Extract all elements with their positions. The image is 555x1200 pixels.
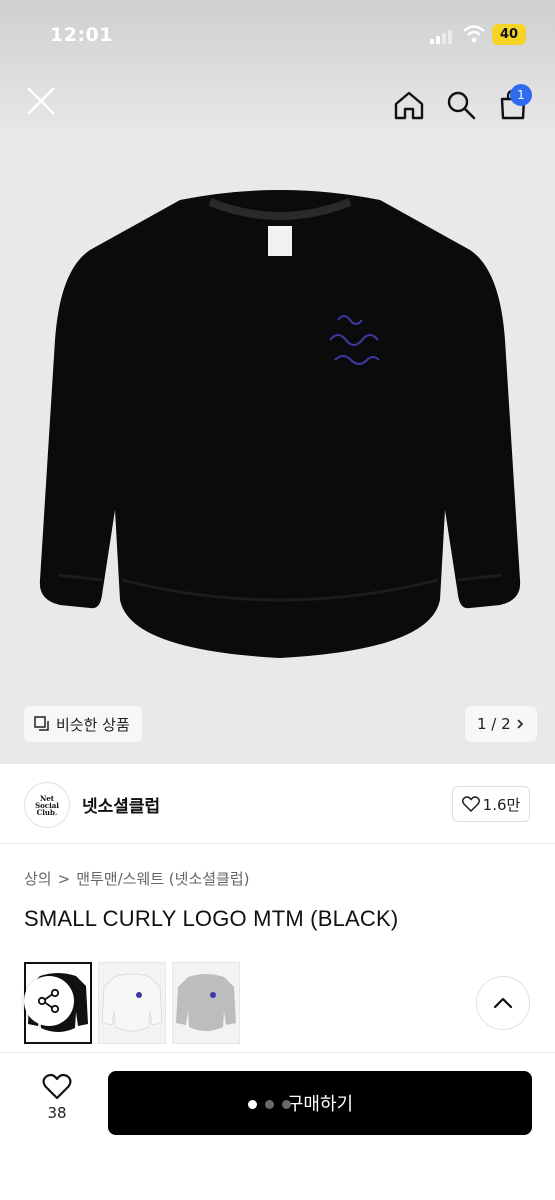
- similar-products-button[interactable]: 비슷한 상품: [24, 706, 142, 742]
- breadcrumb-category[interactable]: 맨투맨/스웨트 (넷소셜클럽): [76, 868, 249, 889]
- brand-row[interactable]: Net Social Club. 넷소셜클럽 1.6만: [0, 764, 555, 844]
- brand-name[interactable]: 넷소셜클럽: [82, 792, 160, 817]
- color-option-grey[interactable]: [172, 962, 240, 1044]
- home-icon[interactable]: [392, 88, 426, 122]
- dot-2: [265, 1100, 274, 1109]
- copy-icon: [34, 716, 49, 731]
- dot-3: [282, 1100, 291, 1109]
- cellular-signal-icon: [430, 28, 456, 44]
- product-title: SMALL CURLY LOGO MTM (BLACK): [24, 906, 399, 931]
- breadcrumb-root[interactable]: 상의: [24, 868, 52, 889]
- breadcrumb-separator: >: [57, 869, 71, 888]
- grey-sweater-thumb: [176, 974, 236, 1031]
- similar-products-label: 비슷한 상품: [56, 715, 130, 734]
- brand-logo[interactable]: Net Social Club.: [24, 782, 70, 828]
- chevron-up-icon: [493, 997, 513, 1009]
- battery-indicator: 40: [492, 24, 526, 45]
- wishlist-button[interactable]: 38: [34, 1073, 80, 1122]
- cart-count-badge: 1: [510, 84, 532, 106]
- wifi-icon: [463, 25, 485, 43]
- breadcrumb: 상의 > 맨투맨/스웨트 (넷소셜클럽): [24, 868, 250, 889]
- image-pager[interactable]: 1 / 2: [465, 706, 537, 742]
- chevron-right-icon: [517, 719, 523, 729]
- share-button[interactable]: [24, 976, 74, 1026]
- bottom-purchase-bar: 38 구매하기: [0, 1052, 555, 1200]
- product-image: [39, 190, 521, 658]
- color-option-white[interactable]: [98, 962, 166, 1044]
- dot-1: [248, 1100, 257, 1109]
- share-icon: [37, 988, 60, 1014]
- status-bar: 12:01 40: [0, 0, 555, 70]
- white-sweater-thumb: [101, 973, 163, 1032]
- brand-logo-text: Net Social Club.: [35, 793, 59, 817]
- heart-icon: [42, 1073, 72, 1100]
- search-icon[interactable]: [444, 88, 478, 122]
- heart-outline-icon: [461, 796, 480, 812]
- wishlist-count: 38: [47, 1104, 67, 1122]
- buy-button-label: 구매하기: [286, 1094, 354, 1115]
- scroll-top-button[interactable]: [476, 976, 530, 1030]
- brand-like-button[interactable]: 1.6만: [452, 786, 530, 822]
- close-icon[interactable]: [24, 84, 58, 118]
- pager-text: 1 / 2: [477, 715, 511, 733]
- loading-dots: [248, 1100, 291, 1109]
- buy-button[interactable]: 구매하기: [108, 1071, 532, 1135]
- status-time: 12:01: [50, 24, 113, 46]
- brand-like-count: 1.6만: [482, 795, 521, 814]
